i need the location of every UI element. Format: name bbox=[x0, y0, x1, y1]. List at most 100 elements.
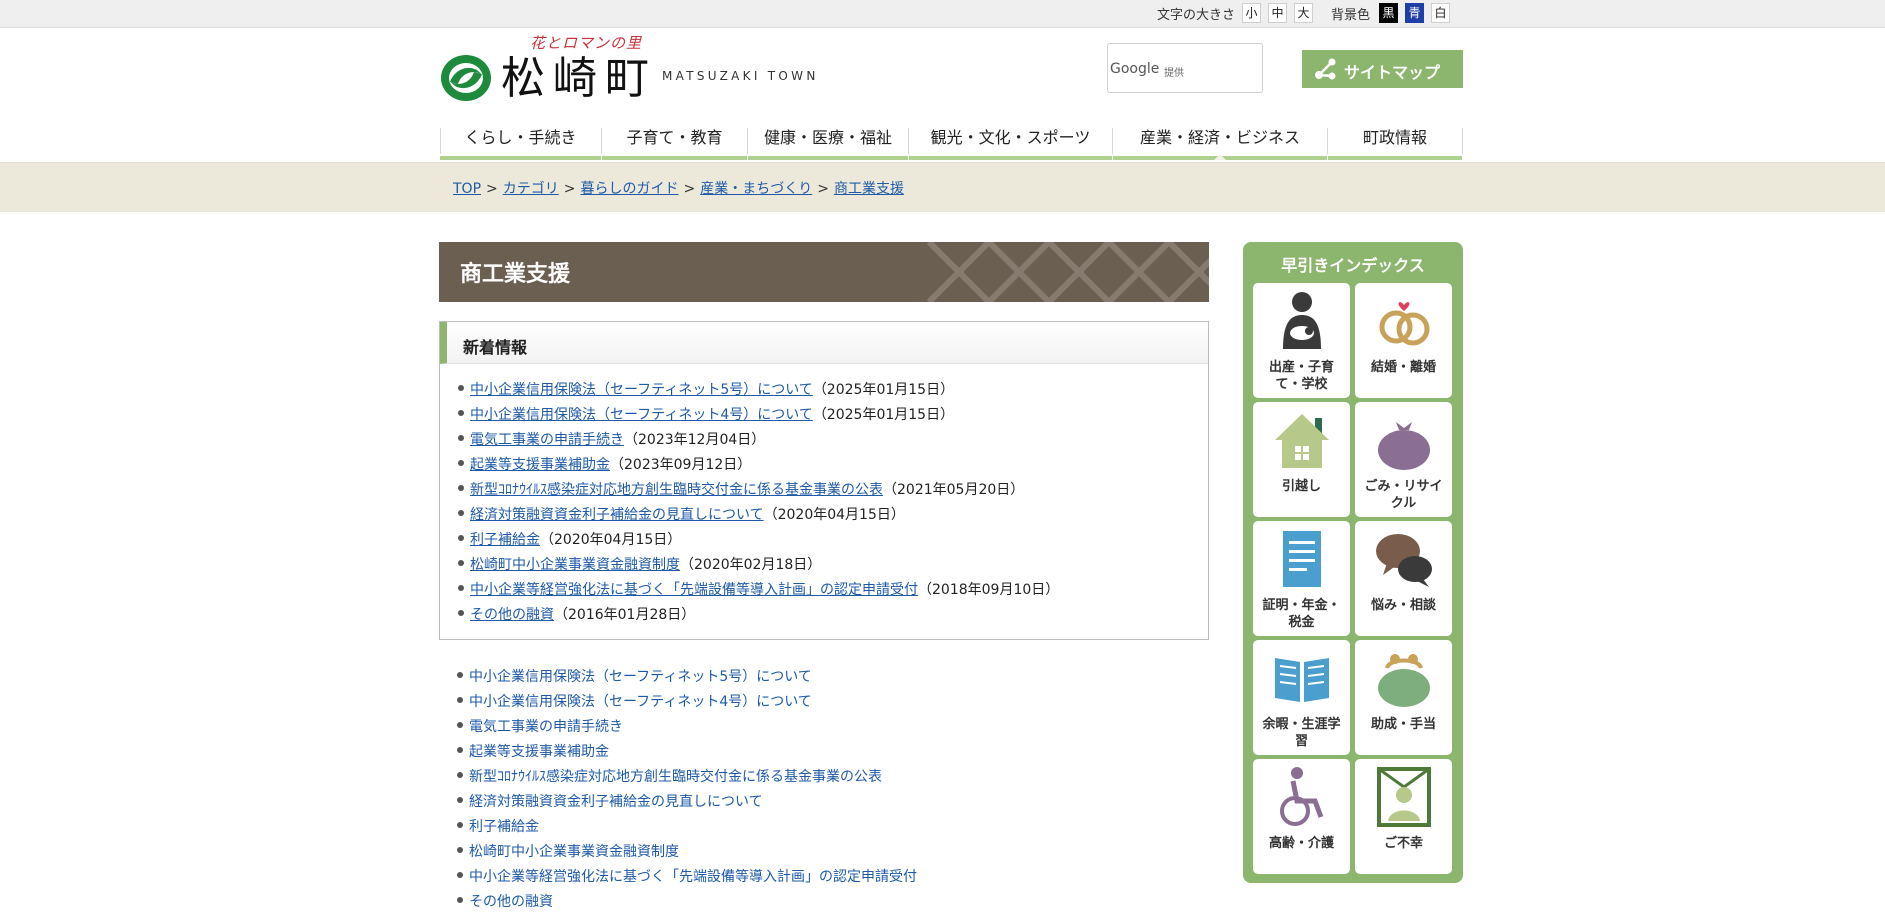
news-item: 中小企業信用保険法（セーフティネット4号）について（2025年01月15日） bbox=[458, 403, 1059, 428]
logo-tagline: 花とロマンの里 bbox=[530, 34, 643, 52]
font-size-large-button[interactable]: 大 bbox=[1294, 3, 1313, 23]
font-size-medium-button[interactable]: 中 bbox=[1268, 3, 1287, 23]
bullet-icon bbox=[458, 435, 464, 441]
global-nav: くらし・手続き 子育て・教育 健康・医療・福祉 観光・文化・スポーツ 産業・経済… bbox=[440, 122, 1463, 160]
news-item: その他の融資（2016年01月28日） bbox=[458, 603, 1059, 628]
logo-town-name[interactable]: 松崎町 bbox=[501, 54, 657, 104]
article-link[interactable]: 中小企業等経営強化法に基づく「先端設備等導入計画」の認定申請受付 bbox=[469, 869, 917, 885]
index-tile-label: ご不幸 bbox=[1383, 836, 1423, 851]
list-item: 経済対策融資資金利子補給金の見直しについて bbox=[457, 790, 917, 815]
bullet-icon bbox=[458, 610, 464, 616]
nav-item-tourism[interactable]: 観光・文化・スポーツ bbox=[909, 122, 1113, 160]
bg-black-button[interactable]: 黒 bbox=[1379, 3, 1398, 23]
list-item: 中小企業信用保険法（セーフティネット5号）について bbox=[457, 665, 917, 690]
news-item-link[interactable]: 中小企業等経営強化法に基づく「先端設備等導入計画」の認定申請受付 bbox=[470, 582, 918, 598]
garbage-bag-icon bbox=[1378, 422, 1430, 470]
bullet-icon bbox=[458, 560, 464, 566]
article-link[interactable]: 起業等支援事業補助金 bbox=[469, 744, 609, 760]
index-tile-moving[interactable]: 引越し bbox=[1253, 402, 1350, 517]
article-link[interactable]: 経済対策融資資金利子補給金の見直しについて bbox=[469, 794, 763, 810]
breadcrumb-link-category[interactable]: カテゴリ bbox=[503, 181, 559, 197]
nav-item-government[interactable]: 町政情報 bbox=[1328, 122, 1463, 160]
breadcrumb-link-current[interactable]: 商工業支援 bbox=[834, 181, 904, 197]
coin-purse-icon bbox=[1378, 654, 1430, 707]
article-list: 中小企業信用保険法（セーフティネット5号）について 中小企業信用保険法（セーフテ… bbox=[457, 665, 917, 915]
news-item-date: （2023年09月12日） bbox=[610, 457, 752, 473]
news-item-date: （2016年01月28日） bbox=[554, 607, 696, 623]
news-item-link[interactable]: 松崎町中小企業事業資金融資制度 bbox=[470, 557, 680, 573]
index-tile-bereavement[interactable]: ご不幸 bbox=[1355, 759, 1452, 874]
open-book-icon bbox=[1275, 658, 1329, 702]
news-item-link[interactable]: 新型ｺﾛﾅｳｲﾙｽ感染症対応地方創生臨時交付金に係る基金事業の公表 bbox=[470, 482, 883, 498]
list-item: 中小企業信用保険法（セーフティネット4号）について bbox=[457, 690, 917, 715]
news-heading: 新着情報 bbox=[463, 338, 528, 357]
google-provided-label: 提供 bbox=[1164, 68, 1184, 79]
bullet-icon bbox=[458, 485, 464, 491]
news-item-date: （2018年09月10日） bbox=[918, 582, 1060, 598]
page-title: 商工業支援 bbox=[460, 262, 571, 287]
news-item-link[interactable]: 電気工事業の申請手続き bbox=[470, 432, 624, 448]
speech-bubbles-icon bbox=[1376, 534, 1432, 587]
article-link[interactable]: 新型ｺﾛﾅｳｲﾙｽ感染症対応地方創生臨時交付金に係る基金事業の公表 bbox=[469, 769, 882, 785]
rings-icon bbox=[1379, 302, 1430, 346]
index-tile-garbage[interactable]: ごみ・リサイクル bbox=[1355, 402, 1452, 517]
bullet-icon bbox=[457, 697, 463, 703]
page-title-bar: 商工業支援 bbox=[439, 242, 1209, 302]
bullet-icon bbox=[458, 510, 464, 516]
article-link[interactable]: 利子補給金 bbox=[469, 819, 539, 835]
news-item-link[interactable]: 経済対策融資資金利子補給金の見直しについて bbox=[470, 507, 764, 523]
wheelchair-icon bbox=[1280, 767, 1324, 826]
sitemap-button[interactable]: サイトマップ bbox=[1302, 50, 1463, 88]
house-icon bbox=[1275, 414, 1329, 468]
breadcrumb-link-industry[interactable]: 産業・まちづくり bbox=[700, 181, 812, 197]
article-link[interactable]: 中小企業信用保険法（セーフティネット4号）について bbox=[469, 694, 812, 710]
nav-item-childcare[interactable]: 子育て・教育 bbox=[602, 122, 748, 160]
bullet-icon bbox=[458, 535, 464, 541]
news-item-date: （2023年12月04日） bbox=[624, 432, 766, 448]
lattice-pattern-decoration bbox=[926, 242, 1209, 302]
article-link[interactable]: 電気工事業の申請手続き bbox=[469, 719, 623, 735]
nav-item-health[interactable]: 健康・医療・福祉 bbox=[748, 122, 909, 160]
bg-white-button[interactable]: 白 bbox=[1431, 3, 1450, 23]
news-item: 利子補給金（2020年04月15日） bbox=[458, 528, 1059, 553]
news-item-link[interactable]: 利子補給金 bbox=[470, 532, 540, 548]
article-link[interactable]: その他の融資 bbox=[469, 894, 553, 910]
news-item-link[interactable]: 中小企業信用保険法（セーフティネット5号）について bbox=[470, 382, 813, 398]
breadcrumb-link-guide[interactable]: 暮らしのガイド bbox=[580, 181, 678, 197]
article-link[interactable]: 中小企業信用保険法（セーフティネット5号）について bbox=[469, 669, 812, 685]
news-item: 中小企業信用保険法（セーフティネット5号）について（2025年01月15日） bbox=[458, 378, 1059, 403]
nav-item-living[interactable]: くらし・手続き bbox=[440, 122, 602, 160]
bullet-icon bbox=[458, 410, 464, 416]
index-tile-label: 助成・手当 bbox=[1370, 717, 1436, 732]
index-tile-subsidy[interactable]: 助成・手当 bbox=[1355, 640, 1452, 755]
font-size-small-button[interactable]: 小 bbox=[1242, 3, 1261, 23]
breadcrumb-link-top[interactable]: TOP bbox=[453, 181, 481, 197]
news-header: 新着情報 bbox=[440, 322, 1208, 364]
town-emblem-icon[interactable] bbox=[440, 54, 492, 102]
news-item-link[interactable]: その他の融資 bbox=[470, 607, 554, 623]
index-tile-marriage[interactable]: 結婚・離婚 bbox=[1355, 283, 1452, 398]
bullet-icon bbox=[457, 822, 463, 828]
index-tile-consultation[interactable]: 悩み・相談 bbox=[1355, 521, 1452, 636]
index-tile-childbirth[interactable]: 出産・子育て・学校 bbox=[1253, 283, 1350, 398]
index-tile-elderly[interactable]: 高齢・介護 bbox=[1253, 759, 1350, 874]
index-tile-label: 証明・年金・税金 bbox=[1262, 598, 1341, 630]
sitemap-label: サイトマップ bbox=[1344, 63, 1441, 82]
bullet-icon bbox=[458, 460, 464, 466]
news-item-link[interactable]: 起業等支援事業補助金 bbox=[470, 457, 610, 473]
nav-item-industry[interactable]: 産業・経済・ビジネス bbox=[1113, 122, 1328, 160]
news-item-link[interactable]: 中小企業信用保険法（セーフティネット4号）について bbox=[470, 407, 813, 423]
index-tile-leisure[interactable]: 余暇・生涯学習 bbox=[1253, 640, 1350, 755]
news-box: 新着情報 中小企業信用保険法（セーフティネット5号）について（2025年01月1… bbox=[439, 321, 1209, 640]
index-tile-certificates[interactable]: 証明・年金・税金 bbox=[1253, 521, 1350, 636]
list-item: 松崎町中小企業事業資金融資制度 bbox=[457, 840, 917, 865]
site-search-box[interactable]: Google 提供 bbox=[1107, 43, 1263, 93]
index-tile-label: 結婚・離婚 bbox=[1370, 360, 1436, 375]
article-link[interactable]: 松崎町中小企業事業資金融資制度 bbox=[469, 844, 679, 860]
google-brand-label: Google bbox=[1110, 61, 1160, 77]
index-tile-label: ごみ・リサイクル bbox=[1364, 479, 1443, 511]
bg-blue-button[interactable]: 青 bbox=[1405, 3, 1424, 23]
bullet-icon bbox=[458, 385, 464, 391]
news-item-date: （2025年01月15日） bbox=[812, 382, 955, 398]
list-item: 利子補給金 bbox=[457, 815, 917, 840]
